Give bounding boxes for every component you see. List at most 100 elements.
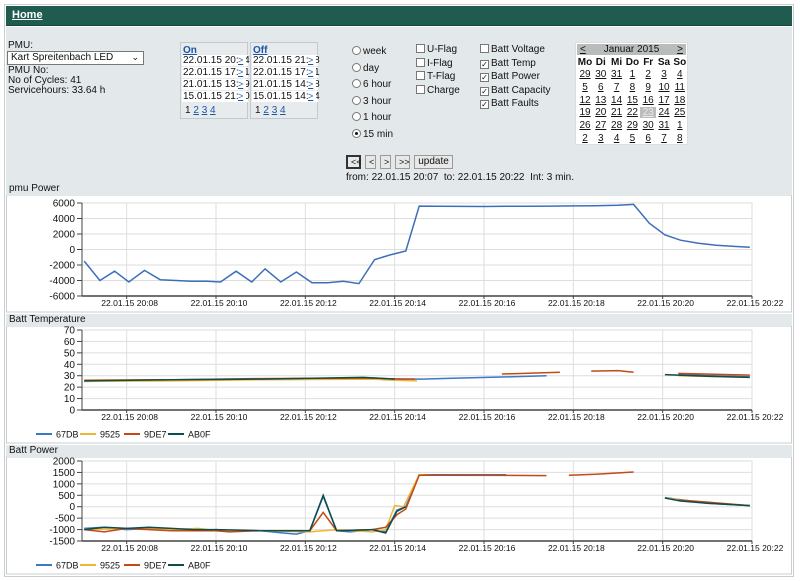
- on-page-link[interactable]: 4: [210, 105, 216, 116]
- range-radio-day[interactable]: day: [352, 62, 379, 74]
- radio-circle-icon[interactable]: [352, 112, 361, 121]
- calendar-day[interactable]: 29: [577, 69, 593, 80]
- calendar-day[interactable]: 6: [593, 82, 609, 93]
- calendar-day[interactable]: 20: [593, 107, 609, 118]
- off-row-go-link[interactable]: >: [308, 67, 316, 78]
- pmu-select[interactable]: Kart Spreitenbach LED ⌄: [7, 51, 144, 65]
- calendar-next-link[interactable]: >: [677, 44, 683, 55]
- checkbox-icon[interactable]: [416, 71, 425, 80]
- calendar-day[interactable]: 17: [656, 95, 672, 106]
- calendar-day[interactable]: 1: [624, 69, 640, 80]
- checkbox-label: Batt Voltage: [491, 44, 545, 55]
- calendar-day[interactable]: 8: [624, 82, 640, 93]
- last-page-button[interactable]: >>: [395, 155, 410, 169]
- calendar-day[interactable]: 31: [609, 69, 625, 80]
- range-radio-week[interactable]: week: [352, 46, 386, 57]
- calendar-day-today[interactable]: 23: [640, 107, 657, 119]
- calendar-day[interactable]: 3: [593, 133, 609, 144]
- calendar-day[interactable]: 12: [577, 95, 593, 106]
- calendar-day[interactable]: 25: [672, 107, 688, 118]
- x-tick-label: 22.01.15 20:12: [280, 412, 337, 422]
- calendar-day[interactable]: 2: [577, 133, 593, 144]
- calendar-day[interactable]: 24: [656, 107, 672, 118]
- off-row-go-link[interactable]: >: [308, 55, 316, 66]
- calendar-day[interactable]: 29: [624, 120, 640, 131]
- checkbox-checked-icon[interactable]: ✓: [480, 100, 489, 109]
- flag-checkbox-t-flag[interactable]: T-Flag: [416, 71, 455, 82]
- calendar-day[interactable]: 10: [656, 82, 672, 93]
- checkbox-icon[interactable]: [416, 57, 425, 67]
- calendar-day[interactable]: 27: [593, 120, 609, 131]
- range-radio-1-hour[interactable]: 1 hour: [352, 112, 391, 123]
- range-radio-3-hour[interactable]: 3 hour: [352, 95, 391, 107]
- flag-checkbox-charge[interactable]: Charge: [416, 84, 460, 96]
- calendar-day[interactable]: 5: [577, 82, 593, 93]
- flag-checkbox-u-flag[interactable]: U-Flag: [416, 44, 457, 55]
- update-button[interactable]: update: [414, 155, 453, 169]
- off-row-go-link[interactable]: >: [308, 91, 316, 102]
- calendar-day[interactable]: 19: [577, 107, 593, 118]
- calendar-day[interactable]: 21: [609, 107, 625, 118]
- radio-circle-icon[interactable]: [352, 46, 361, 55]
- batt-checkbox-batt-faults[interactable]: ✓ Batt Faults: [480, 98, 539, 109]
- home-link[interactable]: Home: [12, 9, 43, 21]
- calendar-day[interactable]: 4: [672, 69, 688, 80]
- calendar-day[interactable]: 18: [672, 95, 688, 106]
- batt-checkbox-batt-temp[interactable]: ✓ Batt Temp: [480, 58, 536, 69]
- off-page-link[interactable]: 3: [272, 105, 278, 116]
- radio-circle-icon[interactable]: [352, 95, 361, 105]
- range-radio-6-hour[interactable]: 6 hour: [352, 79, 391, 90]
- checkbox-label: Batt Temp: [491, 57, 536, 69]
- calendar-day[interactable]: 7: [609, 82, 625, 93]
- y-tick-label: 20: [64, 383, 76, 394]
- calendar-day[interactable]: 28: [609, 120, 625, 131]
- on-row-go-link[interactable]: >: [238, 55, 246, 66]
- calendar-day[interactable]: 2: [640, 69, 656, 80]
- checkbox-icon[interactable]: [480, 44, 489, 53]
- legend-label: AB0F: [188, 561, 211, 571]
- next-button[interactable]: >: [380, 155, 391, 169]
- off-row-go-link[interactable]: >: [308, 79, 316, 90]
- calendar-day[interactable]: 1: [672, 120, 688, 131]
- flag-checkbox-i-flag[interactable]: I-Flag: [416, 57, 453, 69]
- batt-checkbox-batt-power[interactable]: ✓ Batt Power: [480, 71, 540, 82]
- on-row-go-link[interactable]: >: [238, 79, 246, 90]
- batt-checkbox-batt-capacity[interactable]: ✓ Batt Capacity: [480, 85, 550, 96]
- off-page-link[interactable]: 4: [280, 105, 286, 116]
- calendar-day[interactable]: 31: [656, 120, 672, 131]
- checkbox-icon[interactable]: [416, 84, 425, 94]
- radio-circle-icon[interactable]: [352, 79, 361, 88]
- calendar-day[interactable]: 6: [640, 133, 656, 144]
- on-row-go-link[interactable]: >: [238, 91, 246, 102]
- calendar-day[interactable]: 3: [656, 69, 672, 80]
- calendar-day[interactable]: 8: [672, 133, 688, 144]
- checkbox-icon[interactable]: [416, 44, 425, 53]
- calendar-day[interactable]: 30: [593, 69, 609, 80]
- calendar-day[interactable]: 5: [624, 133, 640, 144]
- checkbox-checked-icon[interactable]: ✓: [480, 86, 489, 96]
- radio-circle-icon[interactable]: [352, 128, 361, 138]
- prev-button[interactable]: <: [365, 155, 376, 169]
- on-page-link[interactable]: 3: [202, 105, 208, 116]
- calendar-day[interactable]: 9: [640, 82, 656, 93]
- calendar-day[interactable]: 22: [624, 107, 640, 118]
- range-radio-15-min[interactable]: 15 min: [352, 128, 393, 140]
- checkbox-checked-icon[interactable]: ✓: [480, 73, 489, 82]
- calendar-day[interactable]: 7: [656, 133, 672, 144]
- calendar-day[interactable]: 13: [593, 95, 609, 106]
- legend-label: AB0F: [188, 430, 211, 440]
- checkbox-checked-icon[interactable]: ✓: [480, 59, 489, 69]
- on-page-link[interactable]: 2: [193, 105, 199, 116]
- calendar-day[interactable]: 15: [624, 95, 640, 106]
- batt-checkbox-batt-voltage[interactable]: Batt Voltage: [480, 44, 545, 55]
- calendar-day[interactable]: 4: [609, 133, 625, 144]
- calendar-day[interactable]: 26: [577, 120, 593, 131]
- first-page-button[interactable]: <<: [346, 155, 362, 169]
- calendar-day[interactable]: 11: [672, 82, 688, 93]
- radio-circle-icon[interactable]: [352, 62, 361, 72]
- calendar-day[interactable]: 30: [640, 120, 656, 131]
- calendar-day[interactable]: 16: [640, 95, 656, 106]
- calendar-day[interactable]: 14: [609, 95, 625, 106]
- off-page-link[interactable]: 2: [263, 105, 269, 116]
- on-row-go-link[interactable]: >: [238, 67, 246, 78]
